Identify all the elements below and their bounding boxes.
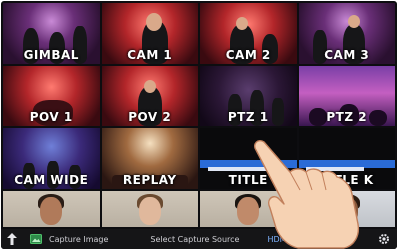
expand-button[interactable] <box>5 229 19 249</box>
source-label: CAM 1 <box>127 47 173 62</box>
source-label: REPLAY <box>122 173 177 187</box>
gear-icon <box>377 232 391 246</box>
select-capture-source-button[interactable]: Select Capture Source <box>150 229 239 249</box>
source-tile-pov-2[interactable]: POV 2 <box>101 65 198 127</box>
settings-button[interactable] <box>377 229 391 249</box>
source-label: CAM 2 <box>225 47 271 62</box>
arrow-up-icon <box>5 232 19 246</box>
source-label: CAM WIDE <box>14 173 89 187</box>
source-tile-cam-3[interactable]: CAM 3 <box>298 3 395 64</box>
capture-image-button[interactable]: Capture Image <box>29 229 108 249</box>
source-tile-pov-1[interactable]: POV 1 <box>3 65 100 127</box>
image-icon <box>29 232 43 246</box>
source-tile-replay[interactable]: REPLAY <box>101 128 198 189</box>
webcam-tile[interactable] <box>101 191 198 227</box>
source-tile-ptz-1[interactable]: PTZ 1 <box>200 65 297 127</box>
source-label: PTZ 1 <box>227 110 269 125</box>
source-label: PTZ 2 <box>326 110 368 125</box>
source-label: POV 2 <box>128 110 172 125</box>
source-label: GIMBAL <box>23 47 79 62</box>
touch-hand-illustration <box>254 140 360 249</box>
source-tile-cam-wide[interactable]: CAM WIDE <box>3 128 100 189</box>
source-tile-gimbal[interactable]: GIMBAL <box>3 3 100 64</box>
source-tile-ptz-2[interactable]: PTZ 2 <box>298 65 395 127</box>
select-source-label: Select Capture Source <box>150 234 240 244</box>
capture-image-label: Capture Image <box>49 234 109 244</box>
source-label: CAM 3 <box>324 47 370 62</box>
source-label: POV 1 <box>29 110 73 125</box>
webcam-tile[interactable] <box>3 191 100 227</box>
source-tile-cam-2[interactable]: CAM 2 <box>200 3 297 64</box>
source-tile-cam-1[interactable]: CAM 1 <box>101 3 198 64</box>
